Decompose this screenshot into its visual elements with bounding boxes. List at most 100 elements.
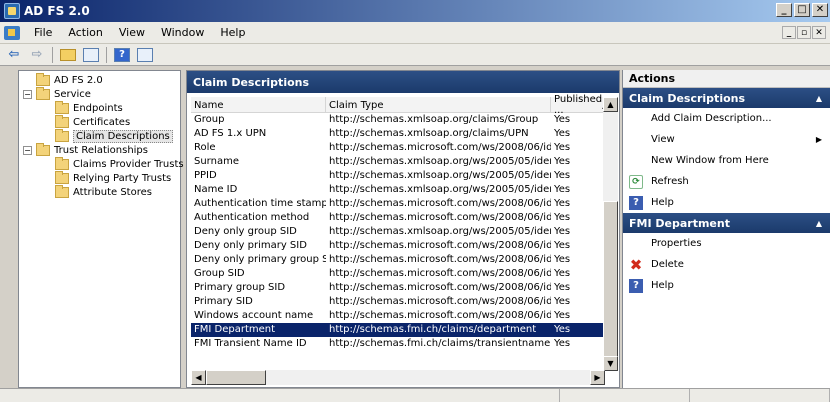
tree-item-claims-provider-trusts[interactable]: Claims Provider Trusts — [55, 157, 184, 172]
claim-type-cell: http://schemas.microsoft.com/ws/2008/06/… — [329, 310, 551, 321]
submenu-arrow-icon: ▶ — [815, 135, 822, 144]
claim-row[interactable]: Group SID http://schemas.microsoft.com/ws… — [191, 267, 605, 281]
published-cell: Yes — [554, 310, 571, 321]
published-cell: Yes — [554, 268, 571, 279]
claim-row[interactable]: Primary SID http://schemas.microsoft.com/… — [191, 295, 605, 309]
published-cell: Yes — [554, 296, 571, 307]
menu-help[interactable]: Help — [212, 26, 253, 39]
claim-name-cell: Primary SID — [194, 296, 253, 307]
child-minimize-button[interactable]: _ — [782, 26, 796, 39]
claim-row[interactable]: Deny only primary group SID http://schema… — [191, 253, 605, 267]
claim-row[interactable]: Windows account name http://schemas.micro… — [191, 309, 605, 323]
published-cell: Yes — [554, 156, 571, 167]
tree-item-label: Claims Provider Trusts — [73, 159, 184, 170]
published-cell: Yes — [554, 240, 571, 251]
claim-row[interactable]: Surname http://schemas.xmlsoap.org/ws/200… — [191, 155, 605, 169]
close-button[interactable]: ✕ — [812, 3, 828, 17]
horizontal-scrollbar[interactable]: ◀ ▶ — [191, 370, 605, 385]
tree-item-label: Relying Party Trusts — [73, 173, 172, 184]
tree-item-endpoints[interactable]: Endpoints — [55, 101, 123, 116]
minimize-button[interactable]: _ — [776, 3, 792, 17]
menu-view[interactable]: View — [111, 26, 153, 39]
claim-type-cell: http://schemas.microsoft.com/ws/2008/06/… — [329, 254, 551, 265]
status-pane — [560, 389, 690, 402]
tree-item-label: Trust Relationships — [54, 145, 148, 156]
tree-item-relying-party-trusts[interactable]: Relying Party Trusts — [55, 171, 171, 186]
show-hide-console-tree-button[interactable] — [81, 46, 101, 64]
menu-window[interactable]: Window — [153, 26, 212, 39]
claim-row[interactable]: FMI Transient Name ID http://schemas.fmi.… — [191, 337, 605, 351]
menu-action[interactable]: Action — [60, 26, 110, 39]
action-refresh[interactable]: ⟳ Refresh — [623, 171, 830, 192]
tree-item-claim-descriptions[interactable]: Claim Descriptions — [55, 129, 173, 144]
help-toolbar-button[interactable]: ? — [112, 46, 132, 64]
tree-item-attribute-stores[interactable]: Attribute Stores — [55, 185, 152, 200]
show-action-pane-button[interactable] — [135, 46, 155, 64]
child-restore-button[interactable]: ▫ — [797, 26, 811, 39]
action-add-claim-description[interactable]: Add Claim Description... — [623, 108, 830, 129]
menu-file[interactable]: File — [26, 26, 60, 39]
action-help[interactable]: ? Help — [623, 275, 830, 296]
claim-name-cell: Surname — [194, 156, 239, 167]
claim-row[interactable]: Authentication time stamp http://schemas.… — [191, 197, 605, 211]
claim-row[interactable]: Deny only primary SID http://schemas.micr… — [191, 239, 605, 253]
tree-item-ad-fs-2-0[interactable]: AD FS 2.0 — [23, 73, 103, 88]
tree-item-label: AD FS 2.0 — [54, 75, 103, 86]
actions-section-fmi-department[interactable]: FMI Department ▲ — [623, 213, 830, 233]
claim-row[interactable]: AD FS 1.x UPN http://schemas.xmlsoap.org/… — [191, 127, 605, 141]
claim-row[interactable]: PPID http://schemas.xmlsoap.org/ws/2005/0… — [191, 169, 605, 183]
collapse-icon[interactable]: − — [23, 146, 32, 155]
column-header-name[interactable]: Name — [191, 97, 326, 113]
claim-row[interactable]: FMI Department http://schemas.fmi.ch/clai… — [191, 323, 605, 337]
scroll-left-button[interactable]: ◀ — [191, 370, 206, 385]
collapse-section-icon[interactable]: ▲ — [816, 219, 822, 228]
claim-row[interactable]: Authentication method http://schemas.micr… — [191, 211, 605, 225]
up-one-level-button[interactable] — [58, 46, 78, 64]
claim-type-cell: http://schemas.xmlsoap.org/ws/2005/05/id… — [329, 184, 551, 195]
tree-item-trust-relationships[interactable]: − Trust Relationships — [23, 143, 148, 158]
claim-row[interactable]: Deny only group SID http://schemas.xmlsoa… — [191, 225, 605, 239]
maximize-button[interactable]: □ — [794, 3, 810, 17]
action-help[interactable]: ? Help — [623, 192, 830, 213]
tree-item-certificates[interactable]: Certificates — [55, 115, 130, 130]
published-cell: Yes — [554, 212, 571, 223]
tree-item-service[interactable]: − Service — [23, 87, 91, 102]
mmc-icon[interactable] — [4, 25, 20, 40]
window-title: AD FS 2.0 — [24, 4, 90, 18]
scroll-down-button[interactable]: ▼ — [603, 356, 618, 371]
column-headers: Name Claim Type Published ... ▲ — [191, 94, 608, 116]
vertical-scrollbar[interactable]: ▲ ▼ — [603, 97, 618, 371]
actions-section-claim-descriptions[interactable]: Claim Descriptions ▲ — [623, 88, 830, 108]
claim-row[interactable]: Primary group SID http://schemas.microsof… — [191, 281, 605, 295]
help-icon: ? — [629, 195, 643, 210]
tree-item-label: Attribute Stores — [73, 187, 152, 198]
column-header-published[interactable]: Published ... ▲ — [551, 94, 608, 116]
forward-button[interactable]: ⇨ — [27, 46, 47, 64]
toolbar: ⇦ ⇨ ? — [0, 44, 830, 66]
actions-section-title: FMI Department — [629, 216, 730, 230]
claim-name-cell: AD FS 1.x UPN — [194, 128, 267, 139]
refresh-icon: ⟳ — [629, 174, 643, 189]
horizontal-scroll-thumb[interactable] — [206, 370, 266, 385]
claim-row[interactable]: Group http://schemas.xmlsoap.org/claims/G… — [191, 113, 605, 127]
action-label: Help — [651, 280, 674, 291]
claim-type-cell: http://schemas.microsoft.com/ws/2008/06/… — [329, 268, 551, 279]
claim-row[interactable]: Name ID http://schemas.xmlsoap.org/ws/200… — [191, 183, 605, 197]
action-view[interactable]: View ▶ — [623, 129, 830, 150]
action-delete[interactable]: ✖ Delete — [623, 254, 830, 275]
action-label: New Window from Here — [651, 155, 769, 166]
back-button[interactable]: ⇦ — [4, 46, 24, 64]
column-header-claim-type[interactable]: Claim Type — [326, 97, 551, 113]
vertical-scroll-thumb[interactable] — [603, 201, 618, 371]
action-properties[interactable]: Properties — [623, 233, 830, 254]
claim-row[interactable]: Role http://schemas.microsoft.com/ws/2008… — [191, 141, 605, 155]
collapse-section-icon[interactable]: ▲ — [816, 94, 822, 103]
collapse-icon[interactable]: − — [23, 90, 32, 99]
child-window-controls: _ ▫ ✕ — [782, 26, 826, 39]
scroll-up-button[interactable]: ▲ — [603, 97, 618, 112]
child-close-button[interactable]: ✕ — [812, 26, 826, 39]
action-new-window-from-here[interactable]: New Window from Here — [623, 150, 830, 171]
folder-icon — [55, 185, 69, 198]
scroll-right-button[interactable]: ▶ — [590, 370, 605, 385]
claim-name-cell: Group — [194, 114, 225, 125]
